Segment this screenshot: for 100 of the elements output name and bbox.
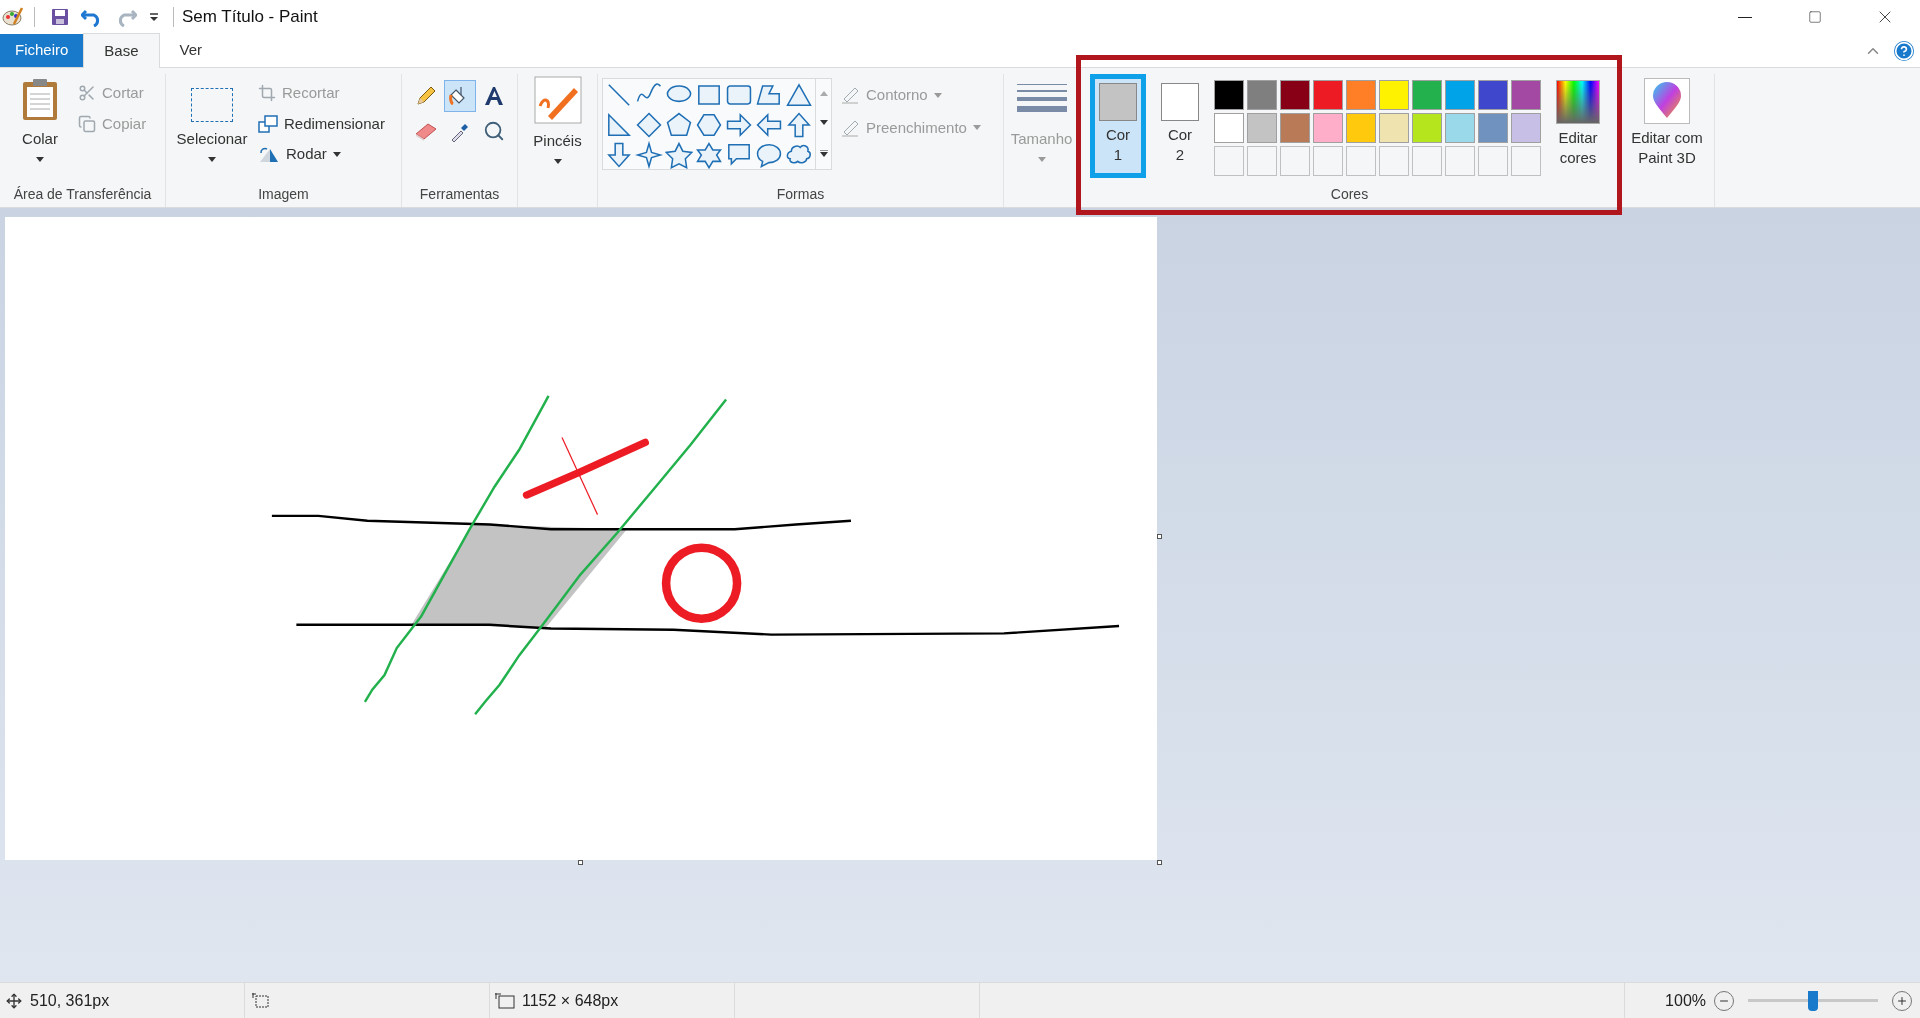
empty-swatch[interactable] xyxy=(1412,146,1442,176)
shape-icon[interactable] xyxy=(605,111,633,139)
palette-swatch[interactable] xyxy=(1379,113,1409,143)
palette-swatch[interactable] xyxy=(1511,113,1541,143)
file-menu-tab[interactable]: Ficheiro xyxy=(0,34,84,67)
paint-3d-logo xyxy=(1651,82,1683,120)
palette-swatch[interactable] xyxy=(1511,80,1541,110)
magnifier-icon xyxy=(483,120,505,142)
shape-icon[interactable] xyxy=(755,111,783,139)
customize-dropdown-icon[interactable] xyxy=(149,12,159,22)
shape-icon[interactable] xyxy=(725,111,753,139)
palette-swatch[interactable] xyxy=(1313,80,1343,110)
palette-swatch[interactable] xyxy=(1445,80,1475,110)
scissors-icon xyxy=(78,84,96,103)
empty-swatch[interactable] xyxy=(1445,146,1475,176)
empty-swatch[interactable] xyxy=(1280,146,1310,176)
save-icon[interactable] xyxy=(51,8,69,26)
cursor-position-icon xyxy=(6,992,22,1009)
shape-icon[interactable] xyxy=(695,111,723,139)
edit-colors-button[interactable]: Editar cores xyxy=(1547,74,1609,181)
paint-3d-button[interactable]: Editar com Paint 3D xyxy=(1620,74,1714,168)
rotate-icon xyxy=(258,145,280,164)
slider-thumb[interactable] xyxy=(1808,990,1818,1011)
palette-swatch[interactable] xyxy=(1280,113,1310,143)
shape-icon[interactable] xyxy=(755,141,783,169)
caret-icon xyxy=(332,151,341,157)
shape-icon[interactable] xyxy=(785,111,813,139)
shape-icon[interactable] xyxy=(665,141,693,169)
empty-swatch[interactable] xyxy=(1214,146,1244,176)
palette-swatch[interactable] xyxy=(1280,80,1310,110)
group-label: Cores xyxy=(1329,184,1370,204)
image-action-button[interactable]: Rodar xyxy=(258,143,385,166)
caret-icon xyxy=(553,158,562,164)
zoom-level: 100% xyxy=(1665,990,1706,1011)
empty-swatch[interactable] xyxy=(1346,146,1376,176)
caret-icon xyxy=(1037,156,1046,162)
color-spectrum-icon xyxy=(1556,80,1600,124)
brush-icon xyxy=(533,76,582,124)
palette-swatch[interactable] xyxy=(1346,113,1376,143)
shape-icon[interactable] xyxy=(785,81,813,109)
ribbon-tab[interactable]: Base xyxy=(83,33,160,68)
zoom-slider[interactable] xyxy=(1748,988,1878,1013)
resize-handle[interactable] xyxy=(578,860,583,865)
caret-icon xyxy=(208,156,216,162)
group-label: Imagem xyxy=(257,184,310,204)
group-label: Ferramentas xyxy=(418,184,501,204)
cursor-position: 510, 361px xyxy=(30,990,110,1011)
palette-swatch[interactable] xyxy=(1214,80,1244,110)
shape-icon[interactable] xyxy=(605,81,633,109)
canvas-size: 1152 × 648px xyxy=(522,990,619,1011)
group-label: Formas xyxy=(775,184,826,204)
palette-swatch[interactable] xyxy=(1478,80,1508,110)
empty-swatch[interactable] xyxy=(1478,146,1508,176)
selection-size-icon xyxy=(251,991,271,1010)
palette-swatch[interactable] xyxy=(1412,80,1442,110)
resize-handle[interactable] xyxy=(1157,860,1162,865)
shape-icon[interactable] xyxy=(695,141,723,169)
tool-button[interactable] xyxy=(444,80,476,112)
palette-swatch[interactable] xyxy=(1379,80,1409,110)
paint-palette-icon[interactable] xyxy=(2,6,24,28)
pen-icon xyxy=(840,85,860,106)
ribbon-tab[interactable]: Ver xyxy=(159,34,223,67)
shape-icon[interactable] xyxy=(635,111,663,139)
empty-swatch[interactable] xyxy=(1247,146,1277,176)
color-slot-button[interactable]: Cor 1 xyxy=(1090,74,1146,178)
color-slot-button[interactable]: Cor 2 xyxy=(1152,74,1208,178)
scroll-up-icon[interactable] xyxy=(819,91,828,97)
copy-icon xyxy=(78,114,96,133)
empty-swatch[interactable] xyxy=(1511,146,1541,176)
select-button[interactable]: Selecionar xyxy=(172,74,252,181)
shape-icon[interactable] xyxy=(605,141,633,169)
palette-swatch[interactable] xyxy=(1247,80,1277,110)
palette-swatch[interactable] xyxy=(1214,113,1244,143)
shape-icon[interactable] xyxy=(635,141,663,169)
expand-gallery-icon[interactable] xyxy=(819,149,828,157)
image-action-button[interactable]: Redimensionar xyxy=(258,112,385,135)
palette-swatch[interactable] xyxy=(1412,113,1442,143)
clipboard-icon xyxy=(21,78,59,122)
palette-swatch[interactable] xyxy=(1346,80,1376,110)
palette-swatch[interactable] xyxy=(1478,113,1508,143)
resize-handle[interactable] xyxy=(1157,534,1162,539)
help-icon[interactable] xyxy=(1894,40,1914,61)
caret-icon xyxy=(972,125,981,131)
palette-swatch[interactable] xyxy=(1445,113,1475,143)
window-title: Sem Título - Paint xyxy=(182,6,318,29)
palette-swatch[interactable] xyxy=(1247,113,1277,143)
group-label: Área de Transferência xyxy=(12,184,153,204)
plus-icon xyxy=(1896,994,1908,1007)
paste-button[interactable]: Colar xyxy=(6,74,74,181)
shape-icon[interactable] xyxy=(665,111,693,139)
palette-swatch[interactable] xyxy=(1313,113,1343,143)
empty-swatch[interactable] xyxy=(1379,146,1409,176)
selection-rectangle-icon xyxy=(191,88,233,122)
caret-icon xyxy=(819,120,828,126)
text-tool-icon xyxy=(483,85,505,107)
empty-swatch[interactable] xyxy=(1313,146,1343,176)
caret-icon xyxy=(933,92,942,98)
canvas-size-icon xyxy=(494,991,516,1010)
brushes-button[interactable]: Pincéis xyxy=(518,74,597,207)
pencil-icon xyxy=(415,85,437,107)
